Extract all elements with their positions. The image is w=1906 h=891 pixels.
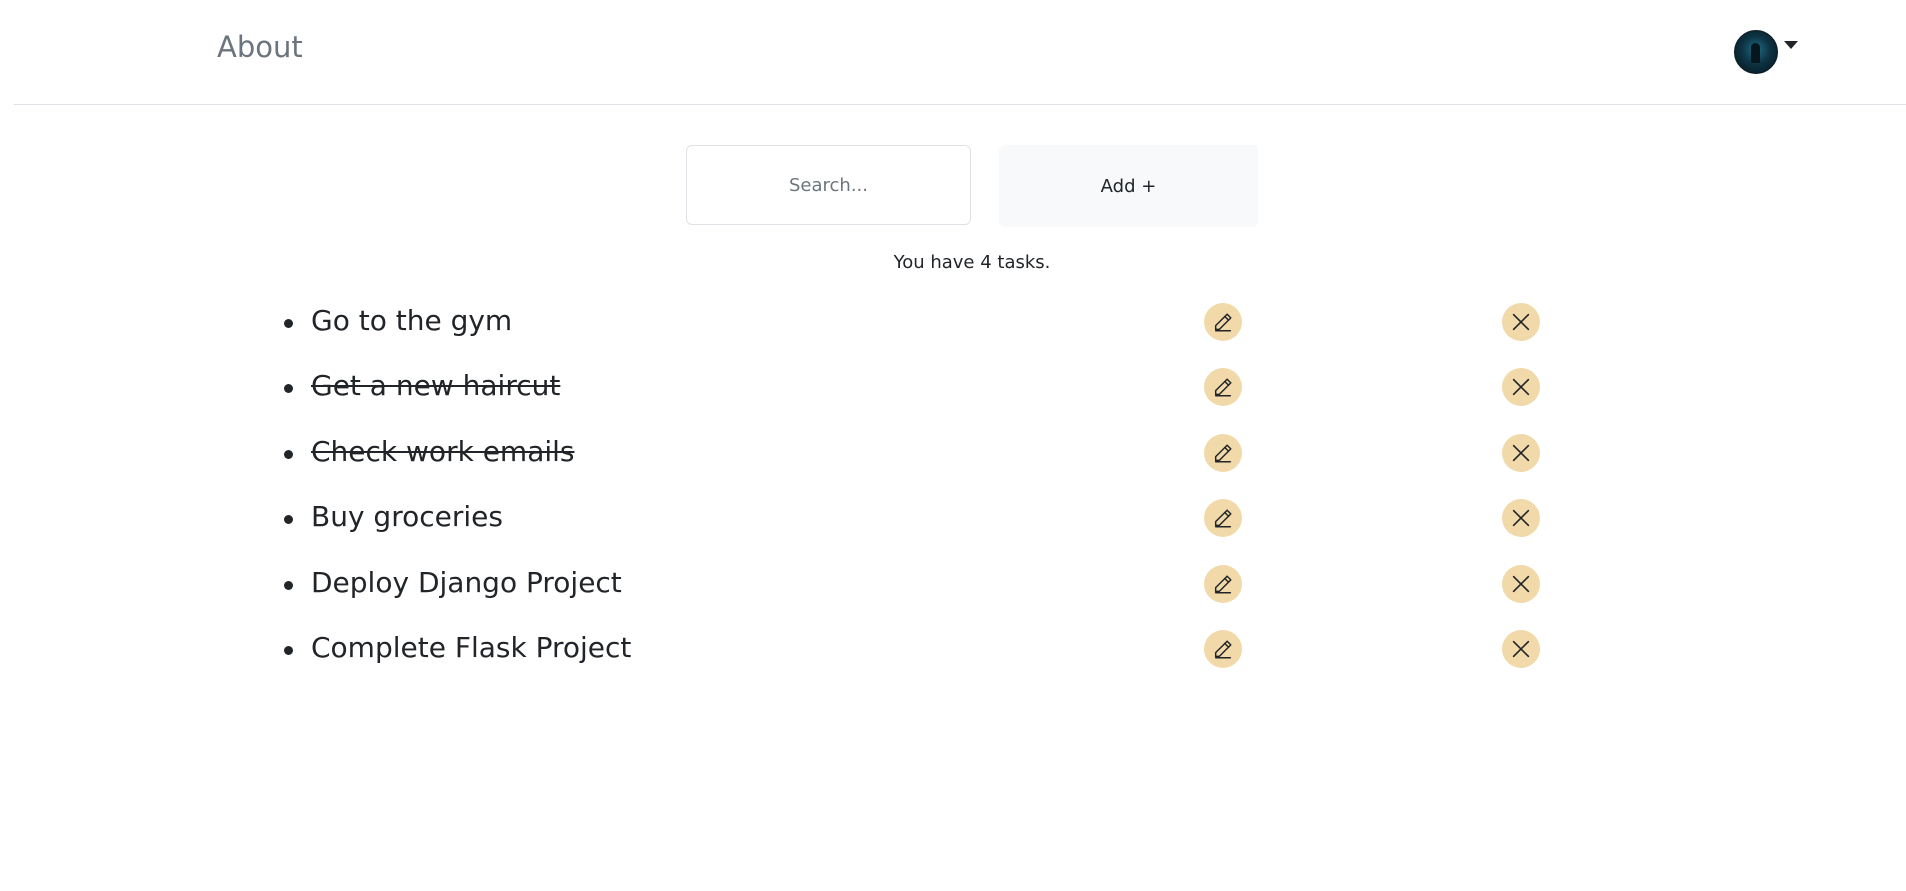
task-title[interactable]: Complete Flask Project	[311, 631, 631, 664]
task-title[interactable]: Buy groceries	[311, 500, 503, 533]
avatar[interactable]	[1734, 30, 1778, 74]
caret-down-icon[interactable]	[1784, 41, 1798, 49]
edit-task-button[interactable]	[1204, 499, 1242, 538]
delete-task-button[interactable]	[1502, 368, 1540, 407]
user-menu-toggle[interactable]	[1734, 30, 1798, 74]
edit-task-button[interactable]	[1204, 564, 1242, 603]
task-count-text: You have 4 tasks.	[893, 252, 1051, 273]
task-item: Buy groceries	[0, 494, 1906, 544]
delete-task-button[interactable]	[1502, 303, 1540, 341]
pencil-icon	[1212, 442, 1234, 464]
close-icon	[1510, 507, 1532, 529]
list-bullet	[284, 515, 293, 525]
close-icon	[1510, 311, 1532, 333]
delete-task-button[interactable]	[1502, 499, 1540, 538]
edit-task-button[interactable]	[1204, 303, 1242, 341]
task-item: Complete Flask Project	[0, 625, 1906, 675]
edit-task-button[interactable]	[1204, 433, 1242, 472]
task-item: Go to the gym	[0, 298, 1906, 348]
task-item: Get a new haircut	[0, 363, 1906, 413]
pencil-icon	[1212, 573, 1234, 595]
edit-task-button[interactable]	[1204, 368, 1242, 407]
task-item: Check work emails	[0, 429, 1906, 479]
edit-task-button[interactable]	[1204, 630, 1242, 668]
nav-link-about[interactable]: About	[217, 30, 303, 64]
pencil-icon	[1212, 507, 1234, 529]
close-icon	[1510, 376, 1532, 398]
list-bullet	[284, 646, 293, 655]
task-title[interactable]: Get a new haircut	[311, 369, 560, 402]
search-input[interactable]	[686, 145, 971, 225]
task-title[interactable]: Deploy Django Project	[311, 566, 622, 599]
close-icon	[1510, 442, 1532, 464]
list-bullet	[284, 384, 293, 394]
delete-task-button[interactable]	[1502, 433, 1540, 472]
task-title[interactable]: Go to the gym	[311, 304, 512, 337]
list-bullet	[284, 580, 293, 590]
task-item: Deploy Django Project	[0, 560, 1906, 610]
pencil-icon	[1212, 638, 1234, 660]
list-bullet	[284, 449, 293, 459]
top-navbar: About	[14, 0, 1906, 105]
list-bullet	[284, 319, 293, 328]
delete-task-button[interactable]	[1502, 564, 1540, 603]
pencil-icon	[1212, 376, 1234, 398]
pencil-icon	[1212, 311, 1234, 333]
close-icon	[1510, 573, 1532, 595]
delete-task-button[interactable]	[1502, 630, 1540, 668]
close-icon	[1510, 638, 1532, 660]
task-title[interactable]: Check work emails	[311, 435, 575, 468]
avatar-figure	[1751, 43, 1760, 63]
add-task-button[interactable]: Add +	[999, 145, 1258, 227]
